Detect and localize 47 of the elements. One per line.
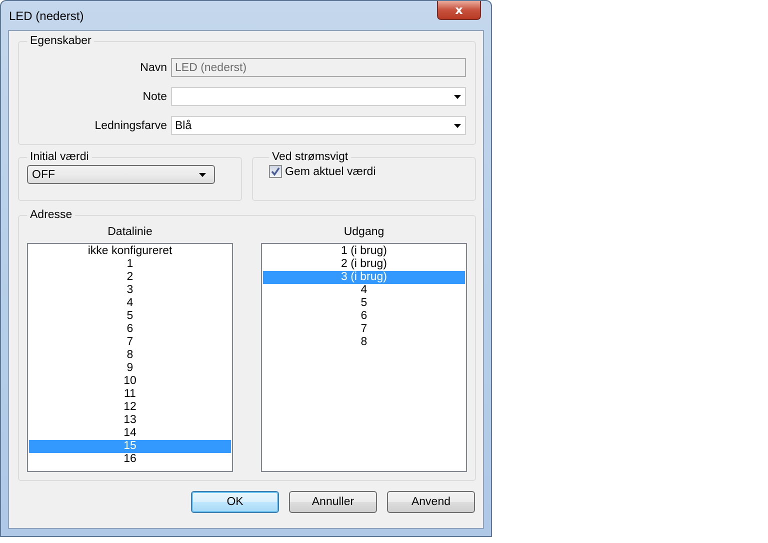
- dialog-button[interactable]: Annuller: [289, 491, 377, 513]
- dialog-button[interactable]: Anvend: [387, 491, 475, 513]
- field-label: Ledningsfarve: [94, 120, 168, 132]
- window-title: LED (nederst): [8, 8, 84, 22]
- list-heading: Udgang: [342, 225, 386, 240]
- list-item[interactable]: 14: [29, 427, 231, 440]
- list-item[interactable]: 11: [29, 388, 231, 401]
- list-item[interactable]: 12: [29, 401, 231, 414]
- group-title: Initial værdi: [29, 151, 90, 163]
- group-title: Adresse: [29, 209, 74, 221]
- field-label: Note: [142, 90, 168, 102]
- list-item[interactable]: ikke konfigureret: [29, 245, 231, 258]
- list-item[interactable]: 13: [29, 414, 231, 427]
- list-item[interactable]: 3: [29, 284, 231, 297]
- group-title: Egenskaber: [29, 35, 92, 47]
- initial-value-dropdown[interactable]: OFF: [27, 165, 215, 184]
- list-item[interactable]: 10: [29, 375, 231, 388]
- combo-box[interactable]: Blå: [171, 116, 466, 135]
- list-item[interactable]: 7: [29, 336, 231, 349]
- list-item[interactable]: 1 (i brug): [263, 245, 465, 258]
- list-item[interactable]: 4: [29, 297, 231, 310]
- list-box[interactable]: 1 (i brug) 2 (i brug) 3 (i brug) 4 5 6 7 8: [261, 243, 467, 472]
- list-box[interactable]: ikke konfigureret 1 2 3 4 5 6 7 8 9 10 11 12 13 14 15 16: [27, 243, 233, 472]
- list-item[interactable]: 2 (i brug): [263, 258, 465, 271]
- list-heading: Datalinie: [106, 225, 154, 240]
- list-item[interactable]: 6: [29, 323, 231, 336]
- list-item[interactable]: 6: [263, 310, 465, 323]
- list-item[interactable]: 4: [263, 284, 465, 297]
- list-item[interactable]: 7: [263, 323, 465, 336]
- list-item[interactable]: 8: [29, 349, 231, 362]
- field-label: Navn: [139, 62, 168, 74]
- list-item[interactable]: 9: [29, 362, 231, 375]
- list-item[interactable]: 8: [263, 336, 465, 349]
- group-title: Ved strømsvigt: [271, 151, 350, 163]
- dialog-button[interactable]: OK: [191, 491, 279, 513]
- close-button[interactable]: x: [437, 1, 481, 20]
- list-item[interactable]: 2: [29, 271, 231, 284]
- caret-icon: [199, 172, 206, 176]
- list-item[interactable]: 1: [29, 258, 231, 271]
- list-item[interactable]: 16: [29, 453, 231, 466]
- caret-icon: [454, 124, 461, 128]
- list-item[interactable]: 5: [263, 297, 465, 310]
- checkbox[interactable]: [269, 165, 282, 178]
- caret-icon: [454, 94, 461, 98]
- field-value: Blå: [175, 120, 192, 132]
- checkbox-label: Gem aktuel værdi: [285, 166, 376, 178]
- list-item[interactable]: 5: [29, 310, 231, 323]
